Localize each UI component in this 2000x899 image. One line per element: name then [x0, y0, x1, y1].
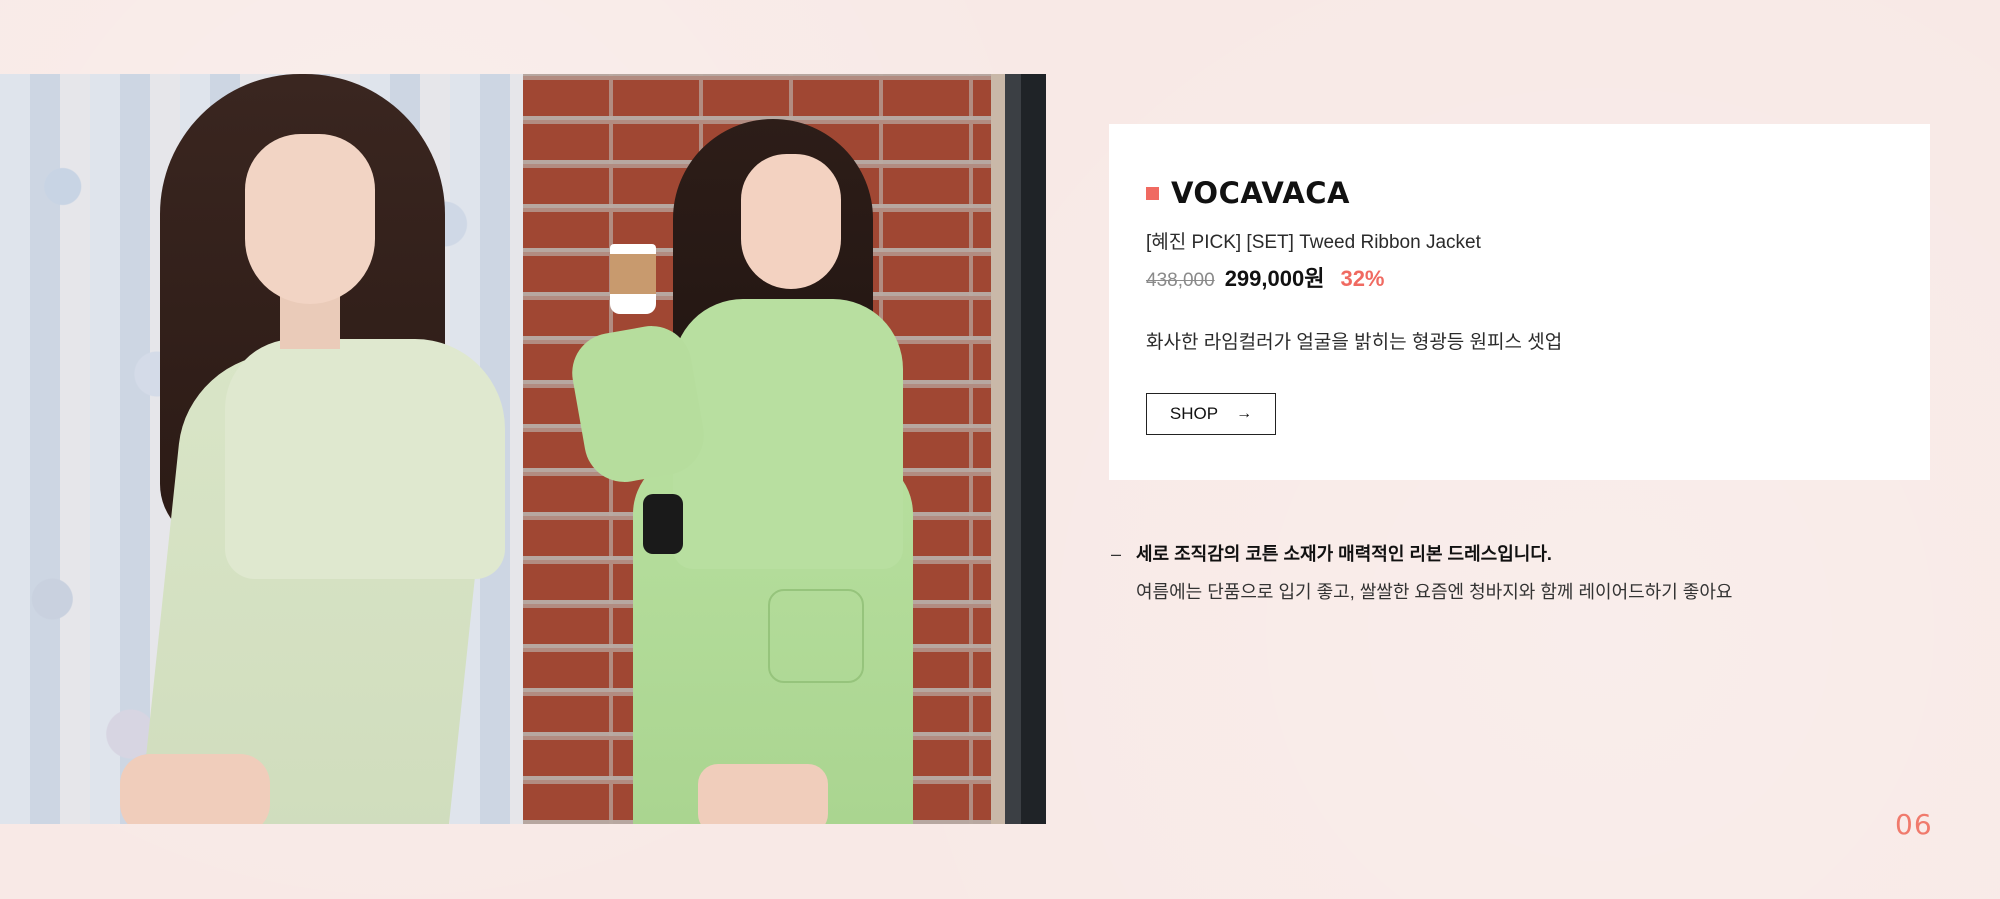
model-legs: [120, 754, 270, 824]
shop-button-label: SHOP: [1169, 404, 1219, 423]
brand-square-icon: [1146, 186, 1159, 200]
sale-price: 299,000원: [1224, 266, 1325, 291]
product-photos: [0, 74, 1046, 824]
model-face: [245, 134, 375, 304]
dress-pocket: [768, 589, 864, 683]
page: VOCAVACA [혜진 PICK] [SET] Tweed Ribbon Ja…: [0, 0, 2000, 899]
price-row: 438,000 299,000원 32%: [1146, 261, 1385, 293]
shoulder-bag: [643, 494, 683, 554]
product-tagline: 화사한 라임컬러가 얼굴을 밝히는 형광등 원피스 셋업: [1146, 332, 1563, 353]
description-detail: 여름에는 단품으로 입기 좋고, 쌀쌀한 요즘엔 청바지와 함께 레이어드하기 …: [1136, 582, 1733, 602]
product-name[interactable]: [혜진 PICK] [SET] Tweed Ribbon Jacket: [1146, 227, 1481, 254]
product-photo-right[interactable]: [523, 74, 1046, 824]
discount-rate: 32%: [1340, 266, 1385, 291]
coffee-cup: [610, 244, 656, 314]
product-info-card: VOCAVACA [혜진 PICK] [SET] Tweed Ribbon Ja…: [1109, 124, 1930, 480]
original-price: 438,000: [1146, 270, 1215, 291]
description-headline-row: – 세로 조직감의 코튼 소재가 매력적인 리본 드레스입니다.: [1111, 540, 1931, 566]
door-frame: [991, 74, 1046, 824]
model-top: [225, 339, 505, 579]
slide-number: 06: [1895, 808, 1933, 841]
model-jacket: [673, 299, 903, 569]
description-headline: 세로 조직감의 코튼 소재가 매력적인 리본 드레스입니다.: [1136, 544, 1552, 564]
brand-name[interactable]: VOCAVACA: [1171, 176, 1350, 210]
model-face: [741, 154, 841, 289]
arrow-right-icon: →: [1236, 405, 1253, 422]
brand-row: VOCAVACA: [1146, 176, 1350, 210]
product-photo-left[interactable]: [0, 74, 523, 824]
bullet-dash: –: [1111, 544, 1122, 564]
model-legs: [698, 764, 828, 824]
shop-button[interactable]: SHOP →: [1146, 393, 1276, 435]
product-description: – 세로 조직감의 코튼 소재가 매력적인 리본 드레스입니다. 여름에는 단품…: [1111, 540, 1931, 604]
